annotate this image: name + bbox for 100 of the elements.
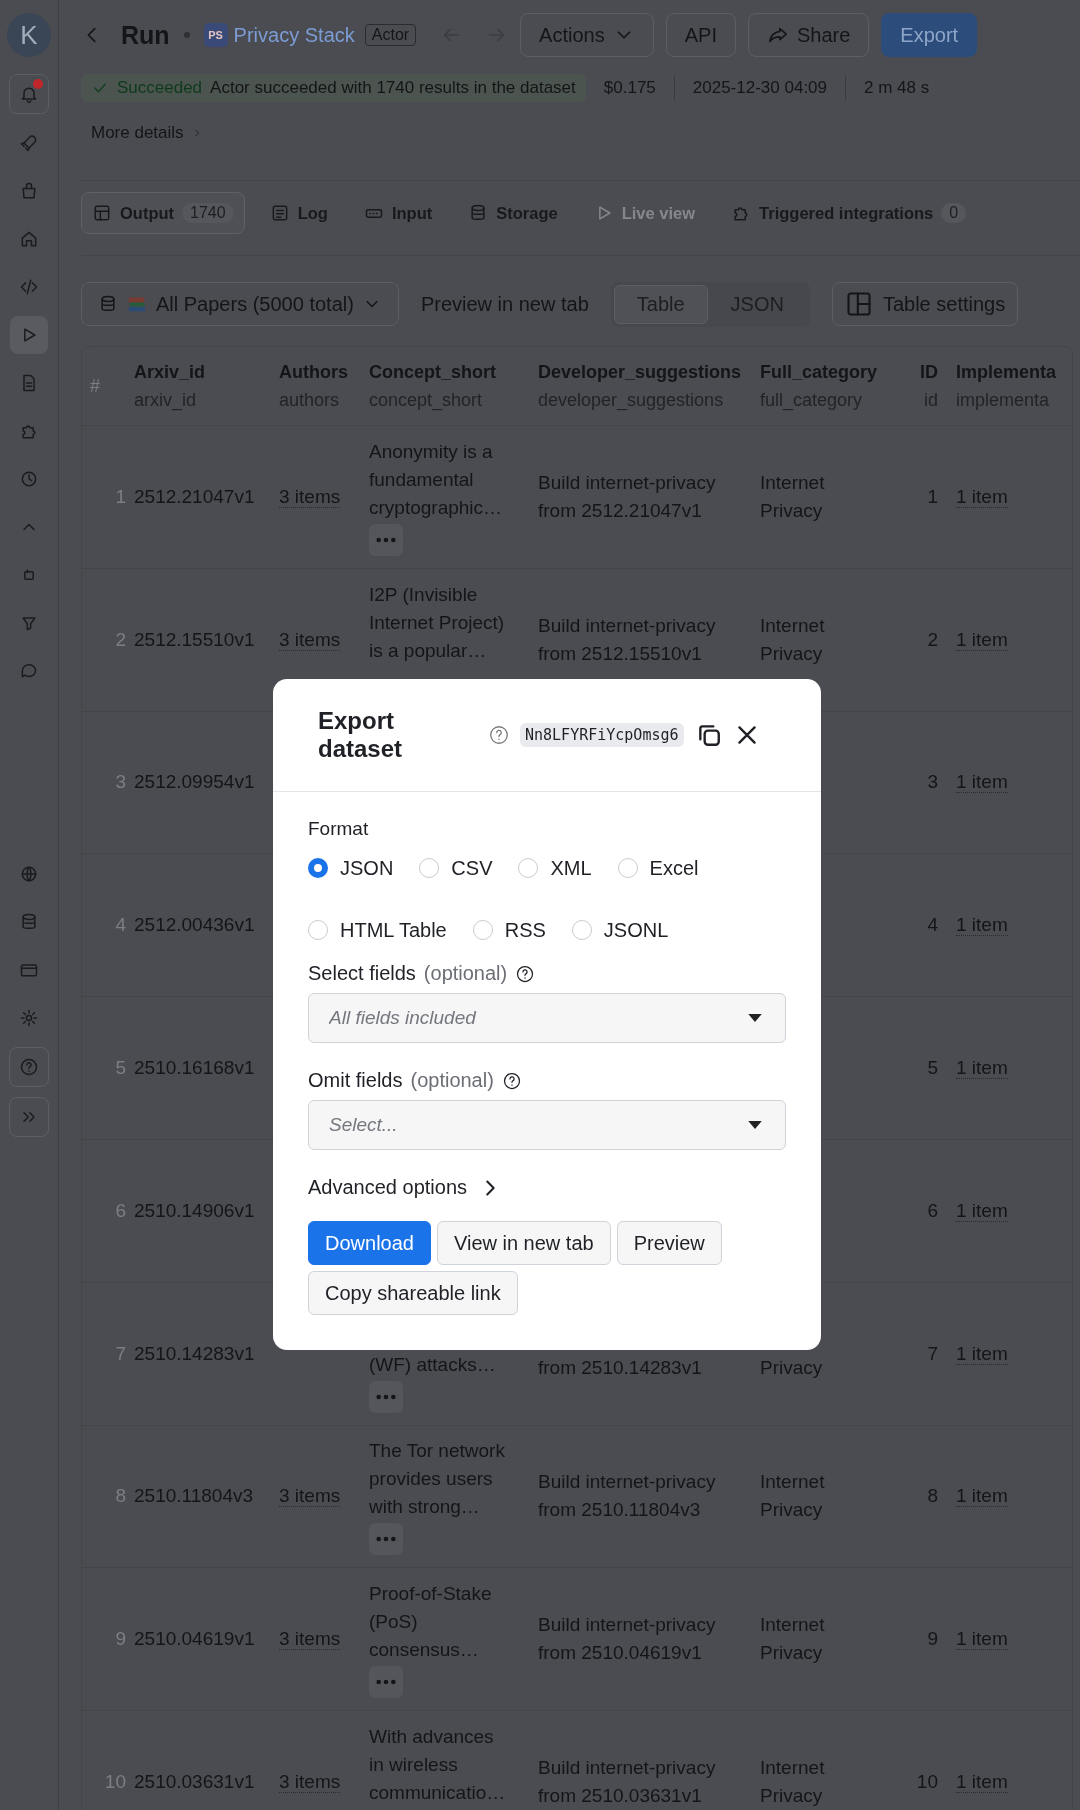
items-link[interactable]: 1 item	[956, 771, 1008, 794]
items-link[interactable]: 3 items	[279, 628, 341, 651]
user-avatar[interactable]: K	[7, 13, 51, 57]
more-icon	[375, 1678, 397, 1687]
table-cell-text: Internet Privacy	[760, 470, 826, 523]
format-radio[interactable]: JSONL	[571, 918, 669, 942]
format-radio[interactable]: RSS	[472, 918, 546, 942]
sidebar-item[interactable]	[9, 1097, 49, 1137]
items-link[interactable]: 1 item	[956, 1771, 1008, 1794]
status-label: Succeeded	[117, 78, 203, 98]
table-cell-text: Internet Privacy	[760, 1613, 826, 1666]
api-button[interactable]: API	[665, 13, 736, 57]
table-cell: 2510.03631v1	[134, 1771, 255, 1793]
items-link[interactable]: 1 item	[956, 914, 1008, 937]
run-duration: 2 m 48 s	[864, 78, 930, 98]
table-cell-text: Anonymity is a fundamental cryptographic…	[369, 439, 504, 520]
clock-icon	[19, 469, 39, 489]
settings-icon	[19, 1008, 39, 1028]
format-radio[interactable]: CSV	[419, 856, 493, 880]
action-button[interactable]: View in new tab	[436, 1221, 611, 1265]
table-cell: 7	[927, 1342, 938, 1364]
table-settings-button[interactable]: Table settings	[831, 282, 1019, 326]
database-icon	[19, 912, 39, 932]
actor-tag: Actor	[364, 24, 417, 46]
table-cell-text: from 2510.14283v1	[538, 1355, 703, 1380]
table-cell: 2512.09954v1	[134, 771, 255, 793]
database-icon	[98, 294, 118, 314]
table-cell: 4	[927, 914, 938, 936]
tab-count: 0	[941, 203, 967, 223]
format-radio[interactable]: XML	[518, 856, 592, 880]
format-radio[interactable]: Excel	[617, 856, 699, 880]
items-link[interactable]: 3 items	[279, 1771, 341, 1794]
share-button[interactable]: Share	[747, 13, 870, 57]
format-radio[interactable]: JSON	[308, 856, 394, 880]
help-icon	[19, 1057, 39, 1077]
table-cell-text: Build internet-privacy from 2510.11804v3	[538, 1470, 717, 1523]
table-cell-text: Build internet-privacy from 2512.15510v1	[538, 613, 717, 666]
items-link[interactable]: 1 item	[956, 485, 1008, 508]
page-title: Run	[121, 20, 170, 50]
table-cell-text: The Tor network provides users with strong…	[369, 1439, 506, 1520]
table-cell: 10	[916, 1771, 938, 1793]
table-cell: 2512.21047v1	[134, 485, 255, 507]
tab[interactable]: Output 1740	[81, 192, 245, 234]
items-link[interactable]: 1 item	[956, 1199, 1008, 1222]
column-header: Arxiv_id	[134, 361, 206, 384]
table-cell: 5	[927, 1057, 938, 1079]
actor-logo: PS	[203, 23, 228, 47]
dialog-title: Export dataset	[318, 707, 404, 763]
items-link[interactable]: 3 items	[279, 485, 341, 508]
table-cell-text: Internet Privacy	[760, 1470, 826, 1523]
download-button[interactable]: Download	[308, 1221, 431, 1265]
action-button[interactable]: Copy shareable link	[308, 1271, 518, 1315]
items-link[interactable]: 3 items	[279, 1628, 341, 1651]
more-icon	[375, 535, 397, 544]
column-header: Developer_suggestions	[538, 361, 742, 384]
items-link[interactable]: 3 items	[279, 1485, 341, 1508]
column-header: Concept_short	[369, 361, 496, 384]
more-details-link[interactable]: More details	[91, 116, 202, 150]
sidebar-item[interactable]	[10, 316, 48, 354]
table-cell-text: Build internet-privacy from 2510.04619v1	[538, 1613, 717, 1666]
table-cell: 2510.14283v1	[134, 1342, 255, 1364]
rocket-icon	[19, 133, 39, 153]
help-icon[interactable]	[515, 963, 536, 984]
chat-icon	[19, 661, 39, 681]
run-start-time: 2025-12-30 04:09	[692, 78, 828, 98]
items-link[interactable]: 1 item	[956, 1057, 1008, 1080]
table-cell-text: Internet Privacy	[760, 613, 826, 666]
table-cell-text: Build internet-privacy from 2510.03631v1	[538, 1756, 717, 1809]
actions-menu-button[interactable]: Actions	[520, 13, 654, 57]
fields-select[interactable]: Select...	[308, 1100, 786, 1150]
action-button[interactable]: Preview	[616, 1221, 722, 1265]
export-button[interactable]: Export	[881, 13, 978, 57]
dropdown-caret-icon	[748, 1121, 762, 1130]
column-header: ID	[920, 361, 938, 384]
table-cell: 1	[927, 485, 938, 507]
table-cell-text: I2P (Invisible Internet Project) is a popular…	[369, 582, 506, 663]
table-cell-text: Build internet-privacy from 2512.21047v1	[538, 470, 717, 523]
advanced-options-toggle[interactable]: Advanced options	[308, 1176, 501, 1199]
dataset-select[interactable]: All Papers (5000 total)	[81, 282, 399, 326]
items-link[interactable]: 1 item	[956, 1342, 1008, 1365]
table-cell: 2512.00436v1	[134, 914, 255, 936]
table-cell-text: Internet Privacy	[760, 1756, 826, 1809]
optional-note: (optional)	[423, 962, 508, 985]
table-cell: 6	[927, 1199, 938, 1221]
format-radio[interactable]: HTML Table	[308, 918, 447, 942]
items-link[interactable]: 1 item	[956, 1628, 1008, 1651]
layout-icon	[844, 290, 873, 318]
help-icon[interactable]	[501, 1070, 522, 1091]
items-link[interactable]: 1 item	[956, 1485, 1008, 1508]
sidebar-item[interactable]	[9, 74, 49, 114]
dropdown-caret-icon	[748, 1014, 762, 1023]
actor-link[interactable]: Privacy Stack	[233, 23, 355, 47]
table-cell-text: With advances in wireless communicatio…	[369, 1725, 507, 1806]
table-cell: 2510.04619v1	[134, 1628, 255, 1650]
table-cell: 3	[927, 771, 938, 793]
preview-link[interactable]: Preview in new tab	[420, 292, 589, 316]
items-link[interactable]: 1 item	[956, 628, 1008, 651]
table-cell: 2	[927, 628, 938, 650]
optional-note: (optional)	[410, 1069, 494, 1092]
sidebar-item[interactable]	[9, 1047, 49, 1087]
